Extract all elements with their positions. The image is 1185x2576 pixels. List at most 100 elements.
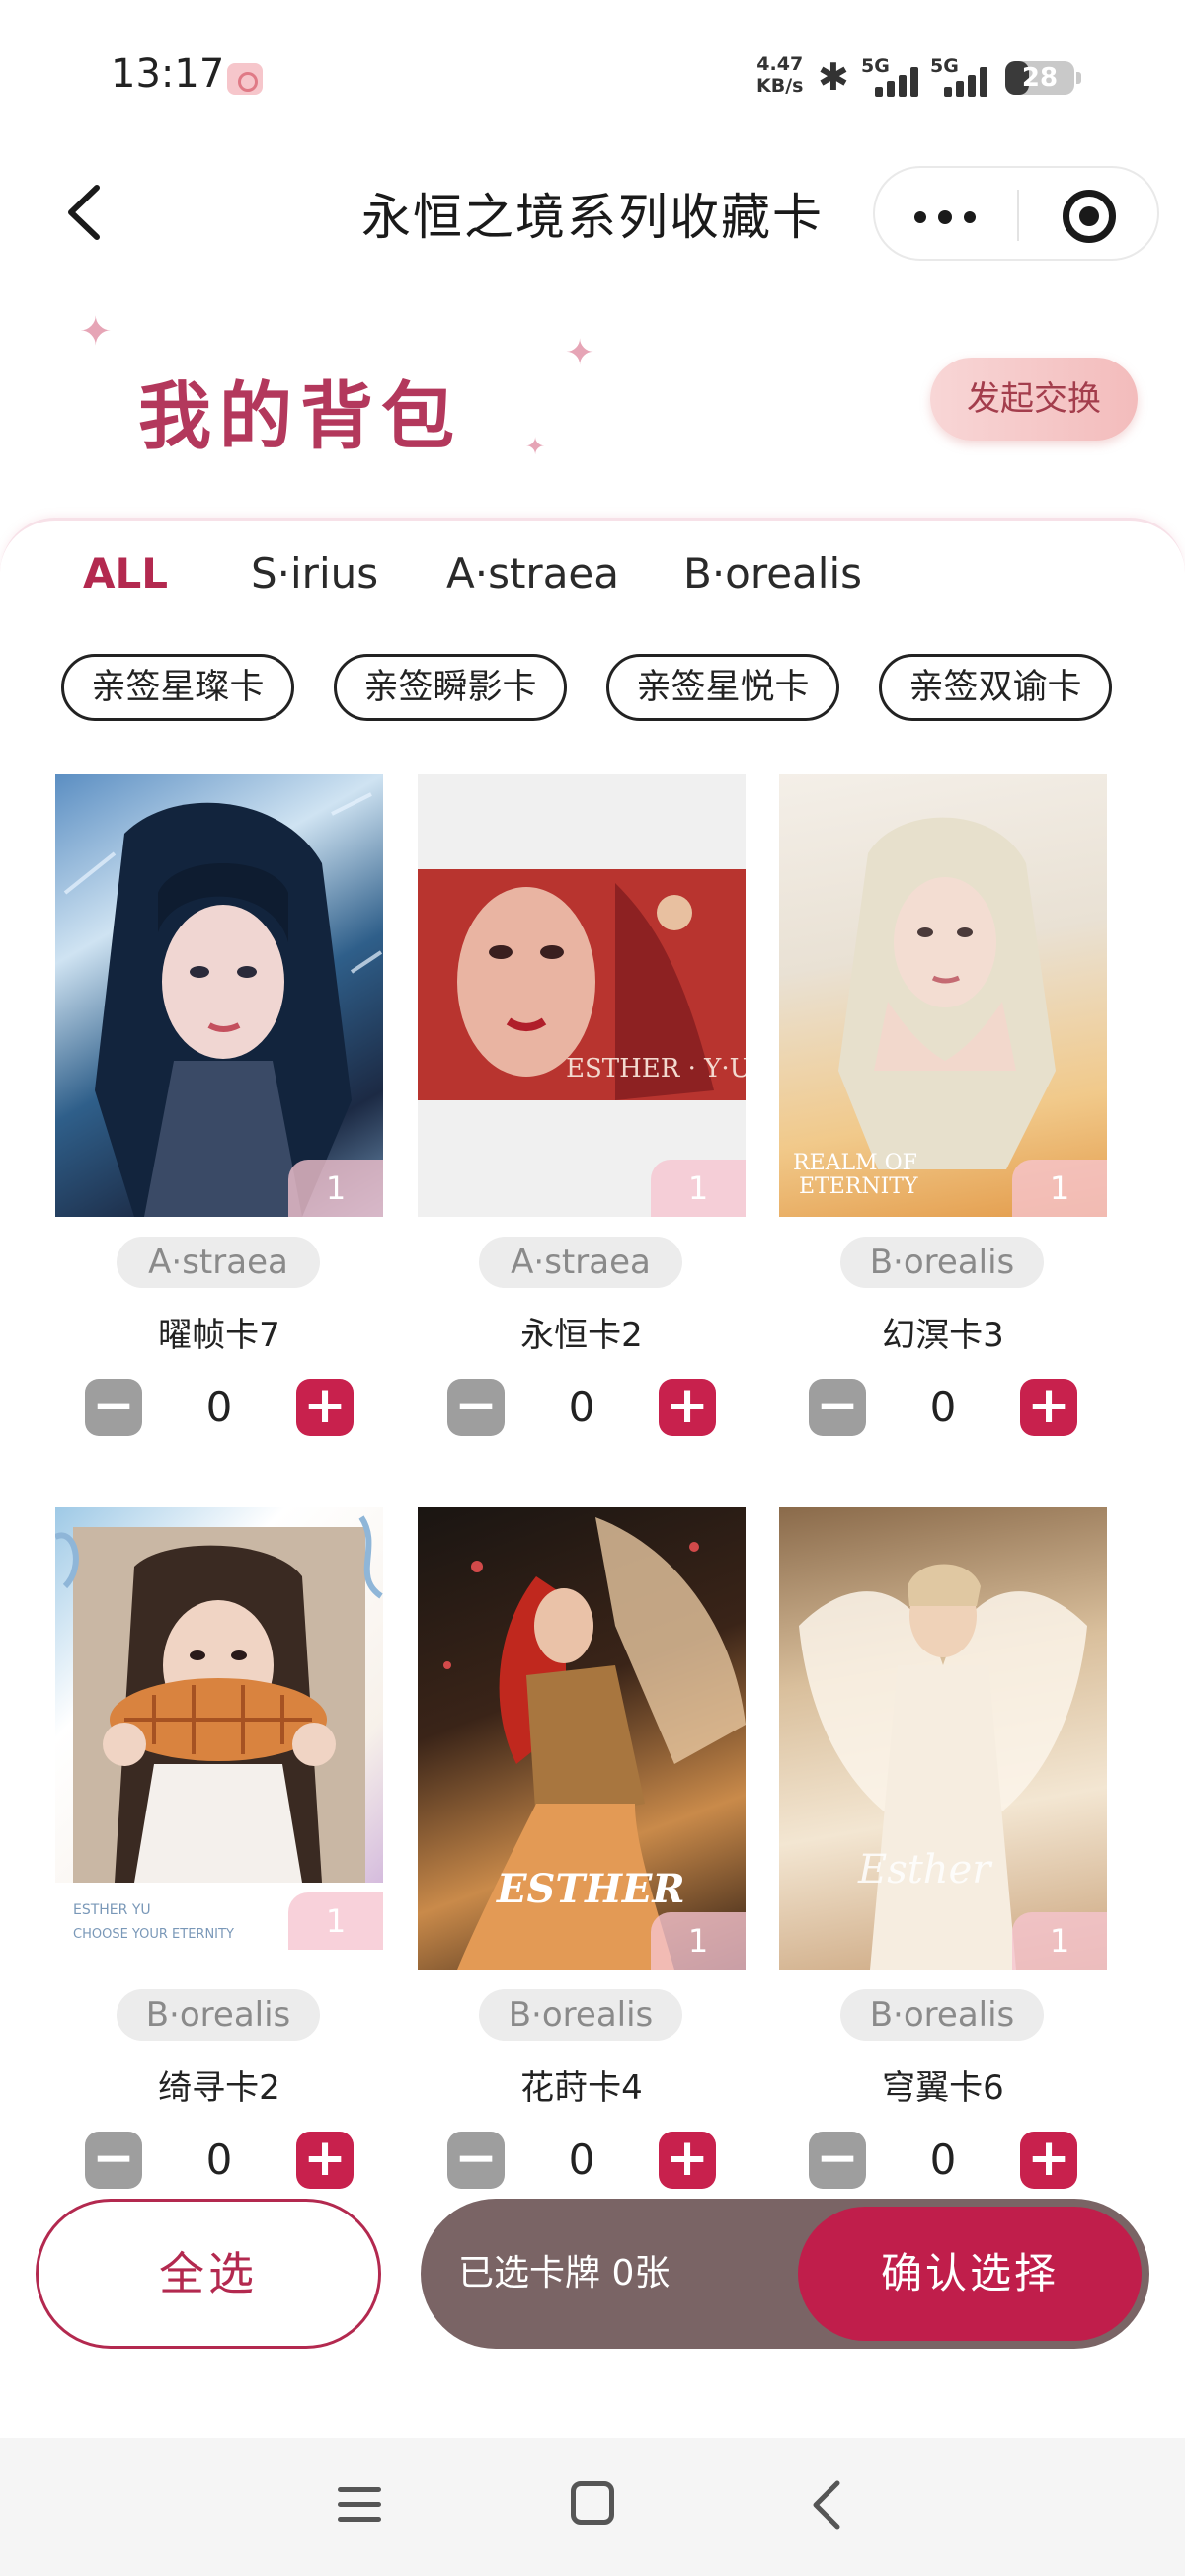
close-miniprogram-button[interactable] — [1063, 190, 1116, 243]
card-image[interactable]: ESTHER YU CHOOSE YOUR ETERNITY 1 — [55, 1507, 383, 1950]
back-button[interactable] — [61, 180, 111, 245]
card-owned-count: 1 — [1012, 1160, 1107, 1217]
quantity-stepper: − 0 + — [447, 2132, 716, 2191]
card-name: 穹翼卡6 — [882, 2068, 1004, 2108]
weibo-notification-icon — [227, 63, 263, 95]
increase-button[interactable]: + — [296, 2132, 354, 2189]
status-time: 13:17 — [111, 51, 225, 97]
card-image[interactable]: 1 — [55, 774, 383, 1217]
card-image[interactable]: ESTHER · Y·U 1 — [418, 774, 746, 1217]
card-portrait-art: ESTHER YU CHOOSE YOUR ETERNITY — [55, 1515, 383, 1950]
more-dot — [938, 210, 952, 224]
filter-chip-shunying[interactable]: 亲签瞬影卡 — [334, 654, 567, 721]
network-speed-unit: KB/s — [756, 75, 804, 97]
more-options-button[interactable] — [914, 188, 989, 243]
card-name: 幻溟卡3 — [882, 1316, 1004, 1355]
quantity-value: 0 — [205, 2135, 233, 2184]
selection-summary-bar: 已选卡牌 0张 确认选择 — [421, 2199, 1149, 2349]
signal-sim1-icon: 5G — [861, 55, 932, 97]
sparkle-icon: ✦ — [565, 333, 595, 373]
card-art-text: ESTHER YU — [73, 1902, 151, 1918]
quantity-value: 0 — [929, 2135, 957, 2184]
card-portrait-art — [63, 792, 383, 1217]
card-series-tag: B·orealis — [840, 1989, 1044, 2041]
decrease-button[interactable]: − — [809, 2132, 866, 2189]
decrease-button[interactable]: − — [85, 1379, 142, 1436]
tab-sirius[interactable]: S·irius — [251, 549, 378, 598]
card-item[interactable]: REALM OF ETERNITY 1 B·orealis 幻溟卡3 − 0 + — [779, 774, 1107, 1456]
card-item[interactable]: ESTHER · Y·U 1 A·straea 永恒卡2 − 0 + — [418, 774, 746, 1456]
tab-borealis[interactable]: B·orealis — [683, 549, 862, 598]
increase-button[interactable]: + — [1020, 1379, 1077, 1436]
filter-chip-xingcan[interactable]: 亲签星璨卡 — [61, 654, 294, 721]
card-art-text: REALM OF — [793, 1151, 917, 1175]
system-back-button[interactable] — [808, 2477, 847, 2533]
quantity-stepper: − 0 + — [85, 1379, 354, 1438]
card-portrait-art: ESTHER — [443, 1517, 746, 1970]
miniprogram-capsule — [873, 166, 1159, 261]
quantity-value: 0 — [929, 1383, 957, 1431]
card-art-text: ETERNITY — [799, 1174, 918, 1199]
sim2-network-label: 5G — [930, 55, 959, 77]
card-owned-count: 1 — [288, 1160, 383, 1217]
quantity-stepper: − 0 + — [809, 1379, 1077, 1438]
chevron-left-icon — [68, 185, 100, 240]
card-name: 花莳卡4 — [520, 2068, 643, 2108]
sparkle-icon: ✦ — [525, 433, 546, 460]
card-item[interactable]: 1 A·straea 曜帧卡7 − 0 + — [55, 774, 383, 1456]
quantity-stepper: − 0 + — [809, 2132, 1077, 2191]
increase-button[interactable]: + — [659, 1379, 716, 1436]
recent-apps-button[interactable] — [338, 2485, 381, 2525]
decrease-button[interactable]: − — [809, 1379, 866, 1436]
card-portrait-art: REALM OF ETERNITY — [793, 817, 1056, 1199]
card-series-tag: B·orealis — [479, 1989, 682, 2041]
card-art-text: CHOOSE YOUR ETERNITY — [73, 1927, 234, 1942]
card-owned-count: 1 — [288, 1892, 383, 1950]
sparkle-icon: ✦ — [79, 309, 113, 355]
more-dot — [964, 211, 976, 223]
card-item[interactable]: ESTHER 1 B·orealis 花莳卡4 − 0 + — [418, 1507, 746, 2189]
card-image[interactable]: Esther 1 — [779, 1507, 1107, 1970]
battery-icon: 28 — [1005, 61, 1081, 95]
select-all-button[interactable]: 全选 — [36, 2199, 381, 2349]
decrease-button[interactable]: − — [85, 2132, 142, 2189]
network-speed: 4.47 KB/s — [756, 53, 803, 97]
card-image[interactable]: ESTHER 1 — [418, 1507, 746, 1970]
chevron-left-icon — [813, 2480, 840, 2530]
increase-button[interactable]: + — [659, 2132, 716, 2189]
quantity-value: 0 — [568, 1383, 595, 1431]
card-name: 绮寻卡2 — [158, 2068, 280, 2108]
card-owned-count: 1 — [651, 1912, 746, 1970]
start-exchange-button[interactable]: 发起交换 — [930, 358, 1138, 441]
card-item[interactable]: Esther 1 B·orealis 穹翼卡6 − 0 + — [779, 1507, 1107, 2189]
card-art-text: ESTHER — [496, 1866, 685, 1912]
card-image[interactable]: REALM OF ETERNITY 1 — [779, 774, 1107, 1217]
card-portrait-art: ESTHER · Y·U — [418, 869, 746, 1100]
capsule-divider — [1017, 190, 1019, 241]
status-bar: 13:17 4.47 KB/s ✱ 5G 5G 28 — [0, 0, 1185, 158]
decrease-button[interactable]: − — [447, 2132, 505, 2189]
battery-level: 28 — [1021, 63, 1059, 93]
card-name: 曜帧卡7 — [158, 1316, 280, 1355]
increase-button[interactable]: + — [296, 1379, 354, 1436]
card-name: 永恒卡2 — [520, 1316, 643, 1355]
tab-astraea[interactable]: A·straea — [446, 549, 619, 598]
tab-all[interactable]: ALL — [83, 549, 168, 598]
selected-count-text: 已选卡牌 0张 — [458, 2253, 671, 2294]
page-title: 永恒之境系列收藏卡 — [361, 189, 824, 246]
confirm-selection-button[interactable]: 确认选择 — [798, 2207, 1142, 2341]
more-dot — [914, 211, 926, 223]
increase-button[interactable]: + — [1020, 2132, 1077, 2189]
network-speed-value: 4.47 — [756, 53, 804, 75]
card-owned-count: 1 — [651, 1160, 746, 1217]
card-series-tag: A·straea — [479, 1237, 682, 1288]
decrease-button[interactable]: − — [447, 1379, 505, 1436]
filter-chip-xingyue[interactable]: 亲签星悦卡 — [606, 654, 839, 721]
home-button[interactable] — [571, 2481, 614, 2525]
quantity-value: 0 — [568, 2135, 595, 2184]
filter-chip-shuangyu[interactable]: 亲签双谕卡 — [879, 654, 1112, 721]
card-series-tag: A·straea — [117, 1237, 320, 1288]
card-item[interactable]: ESTHER YU CHOOSE YOUR ETERNITY 1 B·oreal… — [55, 1507, 383, 2189]
quantity-value: 0 — [205, 1383, 233, 1431]
card-owned-count: 1 — [1012, 1912, 1107, 1970]
